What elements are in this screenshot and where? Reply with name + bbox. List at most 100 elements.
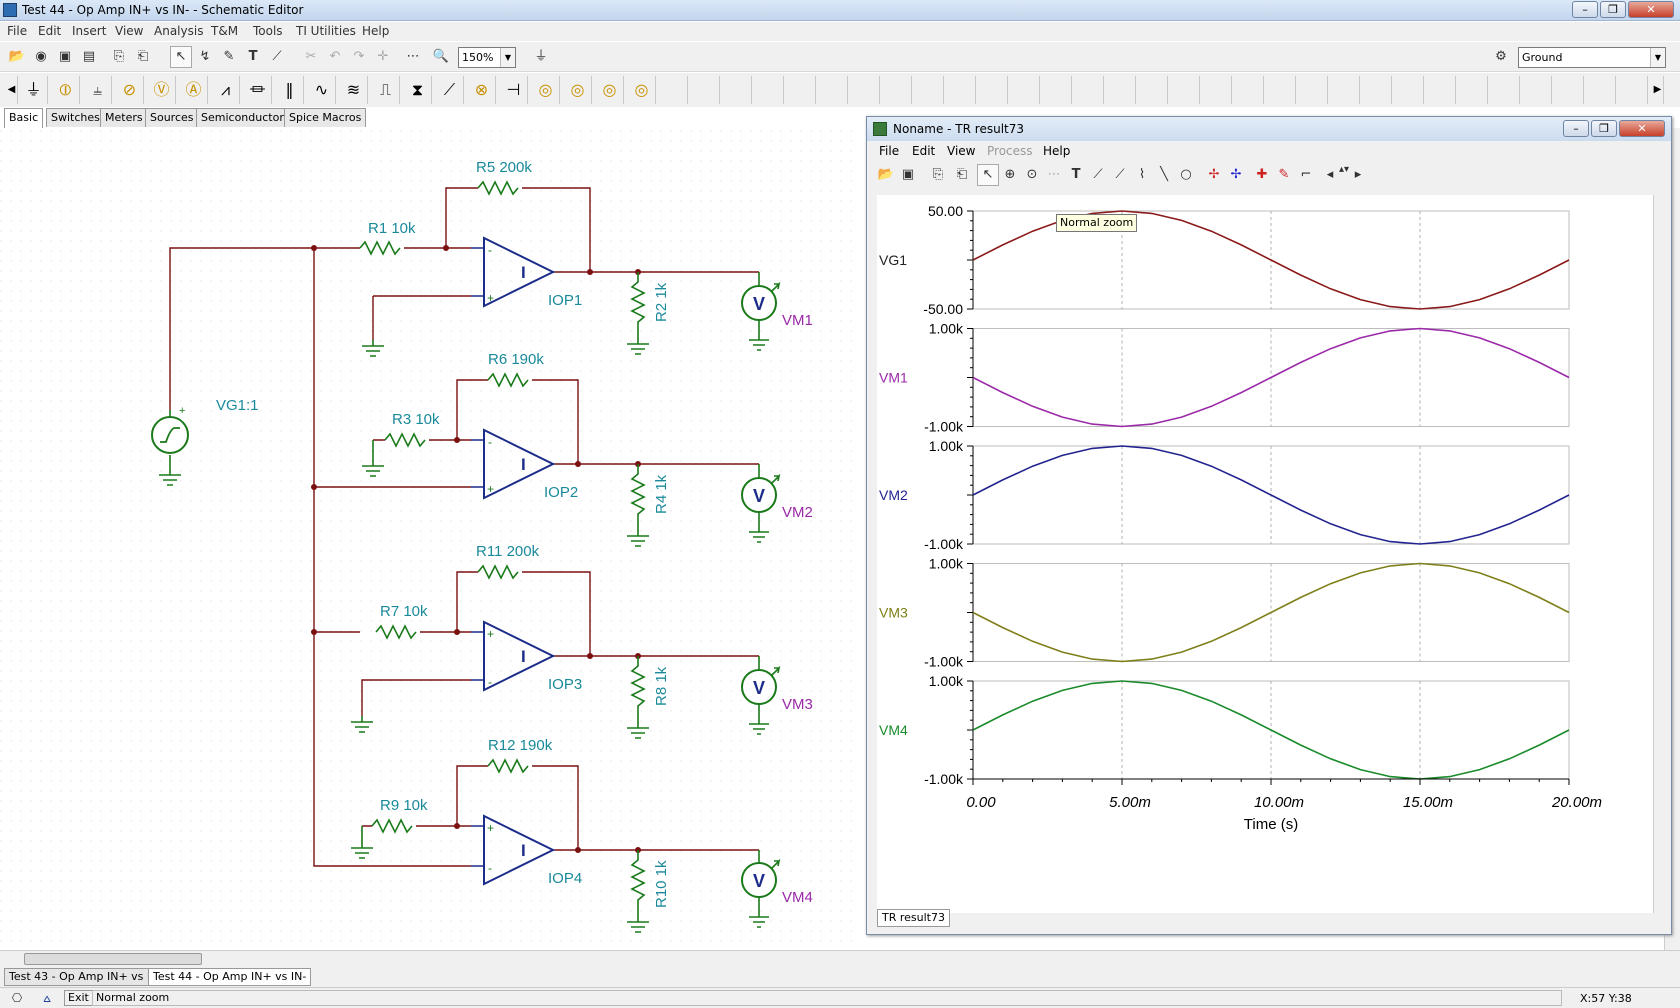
- scroll-right-icon[interactable]: ▶: [1652, 76, 1664, 104]
- menu-insert[interactable]: Insert: [72, 24, 106, 38]
- empty-slot-27[interactable]: [1492, 76, 1520, 104]
- doc-tab-test43[interactable]: Test 43 - Op Amp IN+ vs IN-: [4, 968, 168, 986]
- tab-switches[interactable]: Switches: [46, 108, 105, 127]
- text-icon[interactable]: T: [242, 46, 264, 68]
- tab-sources[interactable]: Sources: [145, 108, 199, 127]
- close-button[interactable]: ✕: [1628, 1, 1674, 18]
- redo-icon[interactable]: ↷: [348, 46, 370, 68]
- result-vertical-scrollbar[interactable]: [1653, 195, 1667, 913]
- result-menu-process[interactable]: Process: [987, 144, 1033, 158]
- battery-icon[interactable]: ⦶: [52, 76, 80, 104]
- curve-tool-2-icon[interactable]: ⟋: [1109, 164, 1131, 186]
- copy-icon[interactable]: ⎘: [108, 46, 130, 68]
- resistor-icon[interactable]: ⩘: [212, 76, 240, 104]
- undo-icon[interactable]: ↶: [324, 46, 346, 68]
- empty-slot-19[interactable]: [1236, 76, 1264, 104]
- arrow-up-down-icon[interactable]: ▴▾: [1337, 164, 1351, 186]
- empty-slot-31[interactable]: [1620, 76, 1648, 104]
- diagram-mode-icon[interactable]: ⩟: [32, 988, 62, 1008]
- empty-slot-29[interactable]: [1556, 76, 1584, 104]
- menu-tm[interactable]: T&M: [211, 24, 238, 38]
- terminal-icon[interactable]: ⊣: [500, 76, 528, 104]
- select-arrow-icon[interactable]: ↖: [977, 164, 999, 186]
- grid-icon[interactable]: ⋯: [402, 46, 424, 68]
- wire-arrow-icon[interactable]: ↯: [194, 46, 216, 68]
- horizontal-scrollbar[interactable]: [0, 950, 1680, 967]
- empty-slot-12[interactable]: [1012, 76, 1040, 104]
- empty-slot-15[interactable]: [1108, 76, 1136, 104]
- component-select[interactable]: Ground ▼: [1518, 47, 1666, 68]
- empty-slot-3[interactable]: [724, 76, 752, 104]
- result-tab[interactable]: TR result73: [877, 909, 950, 927]
- tab-meters[interactable]: Meters: [100, 108, 148, 127]
- delete-wire-icon[interactable]: ⟋: [266, 46, 288, 68]
- pencil-icon[interactable]: ✎: [218, 46, 240, 68]
- save-icon[interactable]: ▣: [897, 164, 919, 186]
- component-icon[interactable]: ⚙: [1490, 46, 1512, 68]
- minimize-button[interactable]: –: [1572, 1, 1598, 18]
- paste-icon[interactable]: ⎗: [951, 164, 973, 186]
- scroll-left-icon[interactable]: ◀: [6, 76, 18, 104]
- empty-slot-28[interactable]: [1524, 76, 1552, 104]
- menu-view[interactable]: View: [115, 24, 143, 38]
- result-restore-button[interactable]: ❐: [1591, 120, 1617, 137]
- empty-slot-24[interactable]: [1396, 76, 1424, 104]
- result-close-button[interactable]: ✕: [1619, 120, 1665, 137]
- empty-slot-5[interactable]: [788, 76, 816, 104]
- cursor-a-icon[interactable]: ✢: [1203, 164, 1225, 186]
- schematic-mode-icon[interactable]: ⎔: [4, 988, 30, 1008]
- menu-file[interactable]: File: [7, 24, 27, 38]
- empty-slot-25[interactable]: [1428, 76, 1456, 104]
- ic2-icon[interactable]: ◎: [564, 76, 592, 104]
- menu-edit[interactable]: Edit: [38, 24, 61, 38]
- resistor-mode-icon[interactable]: ⏚: [530, 46, 552, 68]
- grid-icon[interactable]: ⋯: [1043, 164, 1065, 186]
- menu-ti-utilities[interactable]: TI Utilities: [296, 24, 356, 38]
- scroll-thumb[interactable]: [24, 953, 202, 965]
- empty-slot-2[interactable]: [692, 76, 720, 104]
- transformer-icon[interactable]: ≋: [340, 76, 368, 104]
- chart-svg[interactable]: 50.00 -50.00 VG1 1.00k -1.00k VM1 1.00k -1.00k V…: [877, 195, 1659, 913]
- open-folder-icon[interactable]: ▤: [78, 46, 100, 68]
- empty-slot-9[interactable]: [916, 76, 944, 104]
- line-icon[interactable]: ╲: [1153, 164, 1175, 186]
- capacitor-ground-icon[interactable]: ⫨: [84, 76, 112, 104]
- select-arrow-icon[interactable]: ↖: [170, 46, 192, 68]
- empty-slot-11[interactable]: [980, 76, 1008, 104]
- result-minimize-button[interactable]: –: [1563, 120, 1589, 137]
- open-icon[interactable]: 📂: [6, 46, 28, 68]
- empty-slot-21[interactable]: [1300, 76, 1328, 104]
- result-menu-file[interactable]: File: [879, 144, 899, 158]
- capacitor-icon[interactable]: ‖: [276, 76, 304, 104]
- menu-tools[interactable]: Tools: [253, 24, 283, 38]
- empty-slot-22[interactable]: [1332, 76, 1360, 104]
- result-menu-view[interactable]: View: [947, 144, 975, 158]
- inductor-icon[interactable]: ∿: [308, 76, 336, 104]
- result-menu-edit[interactable]: Edit: [912, 144, 935, 158]
- restore-button[interactable]: ❐: [1600, 1, 1626, 18]
- tab-spice-macros[interactable]: Spice Macros: [284, 108, 367, 127]
- cut-icon[interactable]: ✂: [300, 46, 322, 68]
- is2-icon[interactable]: ◎: [628, 76, 656, 104]
- is-icon[interactable]: ◎: [596, 76, 624, 104]
- arrow-right-icon[interactable]: ▸: [1351, 164, 1365, 186]
- move-icon[interactable]: ✛: [372, 46, 394, 68]
- empty-slot-26[interactable]: [1460, 76, 1488, 104]
- curve-tool-3-icon[interactable]: ⌇: [1131, 164, 1153, 186]
- tab-basic[interactable]: Basic: [4, 108, 44, 128]
- exit-button[interactable]: Exit: [64, 990, 93, 1006]
- empty-slot-6[interactable]: [820, 76, 848, 104]
- lamp-icon[interactable]: ⊗: [468, 76, 496, 104]
- menu-help[interactable]: Help: [362, 24, 389, 38]
- normal-zoom-icon[interactable]: ⊙: [1021, 164, 1043, 186]
- empty-slot-8[interactable]: [884, 76, 912, 104]
- chart-area[interactable]: 50.00 -50.00 VG1 1.00k -1.00k VM1 1.00k -1.00k V…: [877, 195, 1659, 913]
- empty-slot-18[interactable]: [1204, 76, 1232, 104]
- menu-analysis[interactable]: Analysis: [154, 24, 203, 38]
- paste-icon[interactable]: ⎗: [132, 46, 154, 68]
- ammeter-icon[interactable]: Ⓐ: [180, 76, 208, 104]
- empty-slot-30[interactable]: [1588, 76, 1616, 104]
- empty-slot-17[interactable]: [1172, 76, 1200, 104]
- result-menu-help[interactable]: Help: [1043, 144, 1070, 158]
- circle-icon[interactable]: ○: [1175, 164, 1197, 186]
